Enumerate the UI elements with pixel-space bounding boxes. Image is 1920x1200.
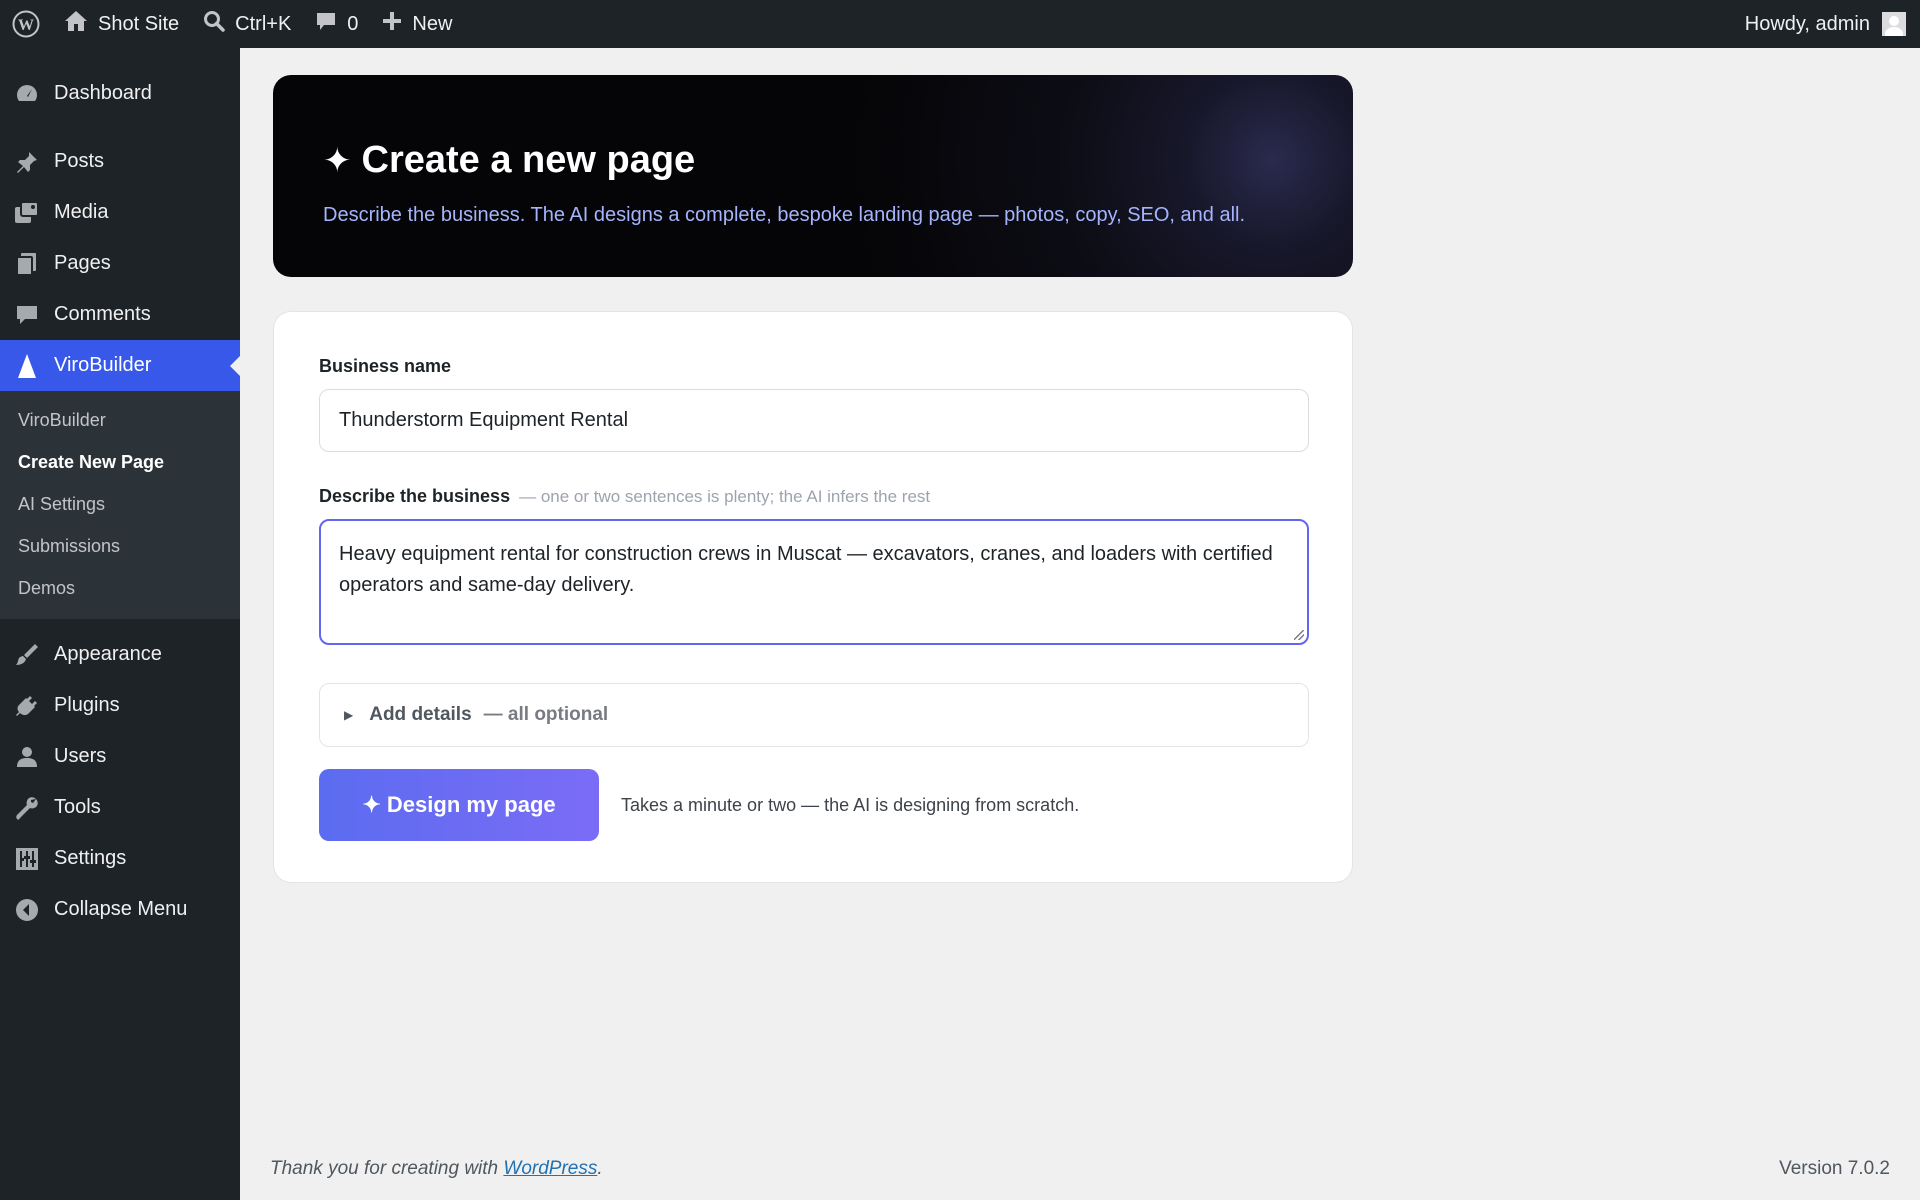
sidebar-item-users[interactable]: Users [0, 731, 240, 782]
submenu-item-demos[interactable]: Demos [0, 567, 240, 609]
sidebar-item-pages[interactable]: Pages [0, 238, 240, 289]
sidebar-item-label: Dashboard [54, 82, 152, 104]
admin-bar: W Shot Site Ctrl+K 0 New Howdy, admin [0, 0, 1920, 48]
media-icon [14, 200, 40, 226]
new-label: New [412, 12, 453, 35]
footer-version: Version 7.0.2 [1779, 1158, 1890, 1179]
page-title-text: Create a new page [361, 139, 696, 181]
submenu-item-create-new-page[interactable]: Create New Page [0, 441, 240, 483]
add-details-toggle[interactable]: ▶ Add details — all optional [319, 683, 1309, 747]
sidebar-item-media[interactable]: Media [0, 187, 240, 238]
site-name-link[interactable]: Shot Site [52, 0, 191, 48]
search-shortcut: Ctrl+K [235, 12, 292, 35]
sidebar-item-label: Comments [54, 303, 151, 325]
sidebar-item-virobuilder[interactable]: ViroBuilder [0, 340, 240, 391]
user-icon [14, 744, 40, 770]
create-page-form: Business name Thunderstorm Equipment Ren… [273, 311, 1353, 883]
sidebar-item-label: Posts [54, 150, 105, 172]
virobuilder-submenu: ViroBuilder Create New Page AI Settings … [0, 391, 240, 619]
describe-label-text: Describe the business [319, 486, 511, 506]
business-name-input[interactable]: Thunderstorm Equipment Rental [319, 389, 1309, 452]
plus-icon [382, 11, 402, 37]
sidebar-item-label: Users [54, 745, 107, 767]
footer-thanks: Thank you for creating with WordPress. [270, 1158, 603, 1179]
sidebar-item-label: Plugins [54, 694, 120, 716]
submit-note: Takes a minute or two — the AI is design… [621, 794, 1080, 815]
footer-thanks-text: Thank you for creating with [270, 1158, 499, 1179]
brush-icon [14, 642, 40, 668]
disclosure-triangle-icon: ▶ [344, 708, 354, 722]
sliders-icon [14, 846, 40, 872]
form-actions: ✦ Design my page Takes a minute or two —… [319, 769, 1307, 841]
sidebar-item-dashboard[interactable]: Dashboard [0, 68, 240, 119]
submenu-item-virobuilder[interactable]: ViroBuilder [0, 399, 240, 441]
howdy-text: Howdy, admin [1744, 12, 1870, 35]
sidebar-item-label: ViroBuilder [54, 354, 152, 376]
svg-text:W: W [18, 17, 34, 34]
site-name: Shot Site [98, 12, 180, 35]
main-content: ✦ Create a new page Describe the busines… [273, 75, 1353, 883]
sidebar-item-appearance[interactable]: Appearance [0, 629, 240, 680]
new-content-link[interactable]: New [370, 0, 464, 48]
sidebar-item-comments[interactable]: Comments [0, 289, 240, 340]
page-title: ✦ Create a new page [323, 139, 1303, 182]
describe-hint: — one or two sentences is plenty; the AI… [519, 487, 931, 506]
sidebar-item-label: Tools [54, 796, 101, 818]
describe-label: Describe the business — one or two sente… [319, 486, 1307, 507]
footer: Thank you for creating with WordPress. V… [270, 1158, 1890, 1180]
sidebar-item-label: Media [54, 201, 109, 223]
comments-link[interactable]: 0 [303, 0, 370, 48]
sidebar-item-settings[interactable]: Settings [0, 833, 240, 884]
wordpress-link[interactable]: WordPress [503, 1158, 597, 1179]
search-icon [203, 10, 225, 38]
collapse-icon [14, 897, 40, 923]
comment-bubble-icon [315, 10, 337, 38]
sidebar-item-label: Settings [54, 847, 127, 869]
dashboard-icon [14, 81, 40, 107]
my-account[interactable]: Howdy, admin [1745, 12, 1920, 36]
avatar [1882, 12, 1906, 36]
sidebar-item-label: Pages [54, 252, 111, 274]
sidebar-item-posts[interactable]: Posts [0, 136, 240, 187]
describe-textarea[interactable]: Heavy equipment rental for construction … [319, 519, 1309, 645]
add-details-label: Add details [369, 704, 472, 725]
wordpress-logo-icon[interactable]: W [0, 0, 52, 48]
business-name-label: Business name [319, 356, 452, 376]
collapse-menu-button[interactable]: Collapse Menu [0, 884, 240, 935]
sparkle-icon: ✦ [323, 141, 352, 180]
pages-icon [14, 251, 40, 277]
sidebar-item-tools[interactable]: Tools [0, 782, 240, 833]
sidebar-item-label: Appearance [54, 643, 162, 665]
sidebar-item-plugins[interactable]: Plugins [0, 680, 240, 731]
wrench-icon [14, 795, 40, 821]
admin-sidebar: Dashboard Posts Media Pages Comments Vir… [0, 48, 240, 1200]
virobuilder-icon [14, 353, 40, 379]
home-icon [64, 10, 88, 38]
plug-icon [14, 693, 40, 719]
sidebar-item-label: Collapse Menu [54, 898, 188, 920]
submenu-item-submissions[interactable]: Submissions [0, 525, 240, 567]
comments-count: 0 [347, 12, 359, 35]
search-command[interactable]: Ctrl+K [191, 0, 303, 48]
add-details-optional: — all optional [483, 704, 609, 725]
hero-banner: ✦ Create a new page Describe the busines… [273, 75, 1353, 277]
pin-icon [14, 149, 40, 175]
submenu-item-ai-settings[interactable]: AI Settings [0, 483, 240, 525]
comment-icon [14, 302, 40, 328]
design-my-page-button[interactable]: ✦ Design my page [319, 769, 599, 841]
page-subtitle: Describe the business. The AI designs a … [323, 204, 1246, 226]
